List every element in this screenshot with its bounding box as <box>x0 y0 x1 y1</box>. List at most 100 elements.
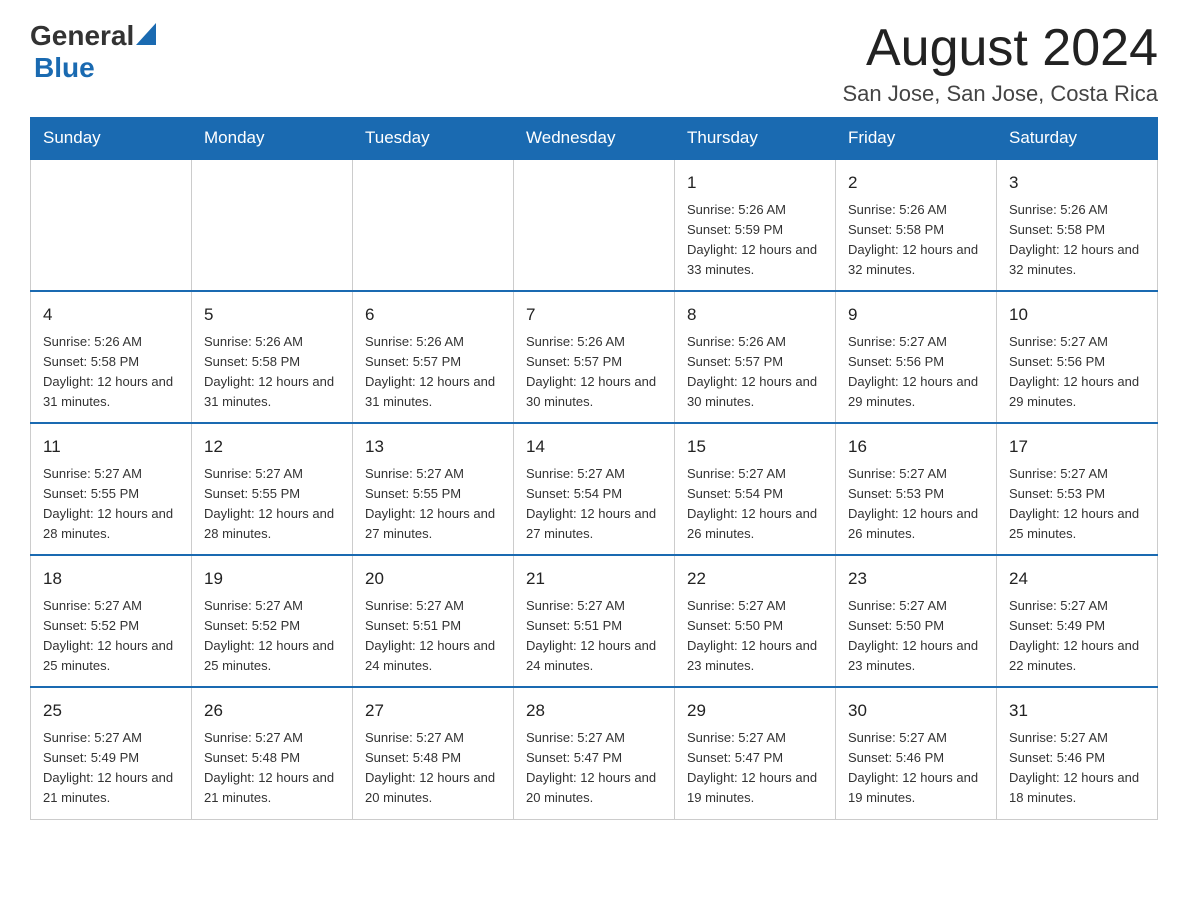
calendar-cell: 25 Sunrise: 5:27 AMSunset: 5:49 PMDayligh… <box>31 687 192 819</box>
column-header-friday: Friday <box>836 118 997 160</box>
calendar-cell: 10Sunrise: 5:27 AMSunset: 5:56 PMDayligh… <box>997 291 1158 423</box>
day-number: 16 <box>848 434 984 460</box>
calendar-cell: 11 Sunrise: 5:27 AMSunset: 5:55 PMDayligh… <box>31 423 192 555</box>
day-number: 1 <box>687 170 823 196</box>
calendar-cell <box>192 159 353 291</box>
day-number: 12 <box>204 434 340 460</box>
day-number: 7 <box>526 302 662 328</box>
day-info: Sunrise: 5:27 AMSunset: 5:54 PMDaylight:… <box>687 464 823 545</box>
day-number: 13 <box>365 434 501 460</box>
day-info: Sunrise: 5:27 AMSunset: 5:51 PMDaylight:… <box>526 596 662 677</box>
calendar-cell: 1 Sunrise: 5:26 AMSunset: 5:59 PMDaylight… <box>675 159 836 291</box>
calendar-cell: 6 Sunrise: 5:26 AMSunset: 5:57 PMDaylight… <box>353 291 514 423</box>
logo: General Blue <box>30 20 156 84</box>
day-number: 26 <box>204 698 340 724</box>
day-info: Sunrise: 5:27 AMSunset: 5:49 PMDaylight:… <box>43 728 179 809</box>
calendar-cell: 5 Sunrise: 5:26 AMSunset: 5:58 PMDaylight… <box>192 291 353 423</box>
day-info: Sunrise: 5:27 AMSunset: 5:53 PMDaylight:… <box>848 464 984 545</box>
day-info: Sunrise: 5:27 AMSunset: 5:47 PMDaylight:… <box>526 728 662 809</box>
day-info: Sunrise: 5:26 AMSunset: 5:58 PMDaylight:… <box>43 332 179 413</box>
day-info: Sunrise: 5:27 AMSunset: 5:47 PMDaylight:… <box>687 728 823 809</box>
day-info: Sunrise: 5:27 AMSunset: 5:46 PMDaylight:… <box>1009 728 1145 809</box>
calendar-cell: 3 Sunrise: 5:26 AMSunset: 5:58 PMDaylight… <box>997 159 1158 291</box>
day-number: 11 <box>43 434 179 460</box>
day-info: Sunrise: 5:26 AMSunset: 5:57 PMDaylight:… <box>526 332 662 413</box>
calendar-cell: 7 Sunrise: 5:26 AMSunset: 5:57 PMDaylight… <box>514 291 675 423</box>
day-number: 24 <box>1009 566 1145 592</box>
calendar-cell: 21Sunrise: 5:27 AMSunset: 5:51 PMDayligh… <box>514 555 675 687</box>
day-number: 27 <box>365 698 501 724</box>
calendar-cell: 2Sunrise: 5:26 AMSunset: 5:58 PMDaylight… <box>836 159 997 291</box>
day-info: Sunrise: 5:27 AMSunset: 5:55 PMDaylight:… <box>204 464 340 545</box>
calendar-cell: 13Sunrise: 5:27 AMSunset: 5:55 PMDayligh… <box>353 423 514 555</box>
column-header-thursday: Thursday <box>675 118 836 160</box>
calendar-header-row: SundayMondayTuesdayWednesdayThursdayFrid… <box>31 118 1158 160</box>
day-info: Sunrise: 5:26 AMSunset: 5:57 PMDaylight:… <box>365 332 501 413</box>
day-number: 25 <box>43 698 179 724</box>
calendar-cell: 27Sunrise: 5:27 AMSunset: 5:48 PMDayligh… <box>353 687 514 819</box>
calendar-cell: 17 Sunrise: 5:27 AMSunset: 5:53 PMDayligh… <box>997 423 1158 555</box>
day-info: Sunrise: 5:27 AMSunset: 5:53 PMDaylight:… <box>1009 464 1145 545</box>
day-info: Sunrise: 5:26 AMSunset: 5:58 PMDaylight:… <box>1009 200 1145 281</box>
column-header-sunday: Sunday <box>31 118 192 160</box>
day-number: 19 <box>204 566 340 592</box>
day-info: Sunrise: 5:27 AMSunset: 5:52 PMDaylight:… <box>43 596 179 677</box>
column-header-saturday: Saturday <box>997 118 1158 160</box>
day-info: Sunrise: 5:27 AMSunset: 5:52 PMDaylight:… <box>204 596 340 677</box>
calendar-cell: 15Sunrise: 5:27 AMSunset: 5:54 PMDayligh… <box>675 423 836 555</box>
calendar-cell <box>31 159 192 291</box>
day-number: 30 <box>848 698 984 724</box>
day-info: Sunrise: 5:26 AMSunset: 5:57 PMDaylight:… <box>687 332 823 413</box>
calendar-cell: 9 Sunrise: 5:27 AMSunset: 5:56 PMDaylight… <box>836 291 997 423</box>
calendar-table: SundayMondayTuesdayWednesdayThursdayFrid… <box>30 117 1158 819</box>
month-title: August 2024 <box>843 20 1159 77</box>
week-row-1: 1 Sunrise: 5:26 AMSunset: 5:59 PMDaylight… <box>31 159 1158 291</box>
day-info: Sunrise: 5:27 AMSunset: 5:51 PMDaylight:… <box>365 596 501 677</box>
column-header-tuesday: Tuesday <box>353 118 514 160</box>
calendar-cell: 20 Sunrise: 5:27 AMSunset: 5:51 PMDayligh… <box>353 555 514 687</box>
calendar-cell: 14Sunrise: 5:27 AMSunset: 5:54 PMDayligh… <box>514 423 675 555</box>
calendar-cell: 22 Sunrise: 5:27 AMSunset: 5:50 PMDayligh… <box>675 555 836 687</box>
day-number: 28 <box>526 698 662 724</box>
calendar-cell: 4 Sunrise: 5:26 AMSunset: 5:58 PMDaylight… <box>31 291 192 423</box>
calendar-cell: 23Sunrise: 5:27 AMSunset: 5:50 PMDayligh… <box>836 555 997 687</box>
calendar-cell: 12 Sunrise: 5:27 AMSunset: 5:55 PMDayligh… <box>192 423 353 555</box>
day-number: 3 <box>1009 170 1145 196</box>
calendar-cell: 19 Sunrise: 5:27 AMSunset: 5:52 PMDayligh… <box>192 555 353 687</box>
calendar-cell: 26Sunrise: 5:27 AMSunset: 5:48 PMDayligh… <box>192 687 353 819</box>
day-number: 8 <box>687 302 823 328</box>
day-info: Sunrise: 5:27 AMSunset: 5:50 PMDaylight:… <box>687 596 823 677</box>
day-number: 18 <box>43 566 179 592</box>
week-row-3: 11 Sunrise: 5:27 AMSunset: 5:55 PMDayligh… <box>31 423 1158 555</box>
day-number: 20 <box>365 566 501 592</box>
day-info: Sunrise: 5:27 AMSunset: 5:55 PMDaylight:… <box>43 464 179 545</box>
calendar-cell: 31Sunrise: 5:27 AMSunset: 5:46 PMDayligh… <box>997 687 1158 819</box>
week-row-5: 25 Sunrise: 5:27 AMSunset: 5:49 PMDayligh… <box>31 687 1158 819</box>
day-number: 5 <box>204 302 340 328</box>
calendar-cell: 29 Sunrise: 5:27 AMSunset: 5:47 PMDayligh… <box>675 687 836 819</box>
calendar-cell <box>353 159 514 291</box>
week-row-2: 4 Sunrise: 5:26 AMSunset: 5:58 PMDaylight… <box>31 291 1158 423</box>
day-info: Sunrise: 5:26 AMSunset: 5:59 PMDaylight:… <box>687 200 823 281</box>
day-info: Sunrise: 5:27 AMSunset: 5:56 PMDaylight:… <box>848 332 984 413</box>
logo-general: General <box>30 20 134 52</box>
title-section: August 2024 San Jose, San Jose, Costa Ri… <box>843 20 1159 107</box>
day-number: 2 <box>848 170 984 196</box>
location-title: San Jose, San Jose, Costa Rica <box>843 81 1159 107</box>
column-header-monday: Monday <box>192 118 353 160</box>
day-number: 6 <box>365 302 501 328</box>
day-number: 9 <box>848 302 984 328</box>
week-row-4: 18 Sunrise: 5:27 AMSunset: 5:52 PMDayligh… <box>31 555 1158 687</box>
day-number: 22 <box>687 566 823 592</box>
day-number: 23 <box>848 566 984 592</box>
day-number: 29 <box>687 698 823 724</box>
calendar-cell <box>514 159 675 291</box>
day-info: Sunrise: 5:27 AMSunset: 5:46 PMDaylight:… <box>848 728 984 809</box>
calendar-cell: 18 Sunrise: 5:27 AMSunset: 5:52 PMDayligh… <box>31 555 192 687</box>
day-info: Sunrise: 5:27 AMSunset: 5:54 PMDaylight:… <box>526 464 662 545</box>
day-number: 4 <box>43 302 179 328</box>
logo-blue: Blue <box>34 52 95 83</box>
day-number: 17 <box>1009 434 1145 460</box>
day-info: Sunrise: 5:26 AMSunset: 5:58 PMDaylight:… <box>204 332 340 413</box>
day-number: 10 <box>1009 302 1145 328</box>
